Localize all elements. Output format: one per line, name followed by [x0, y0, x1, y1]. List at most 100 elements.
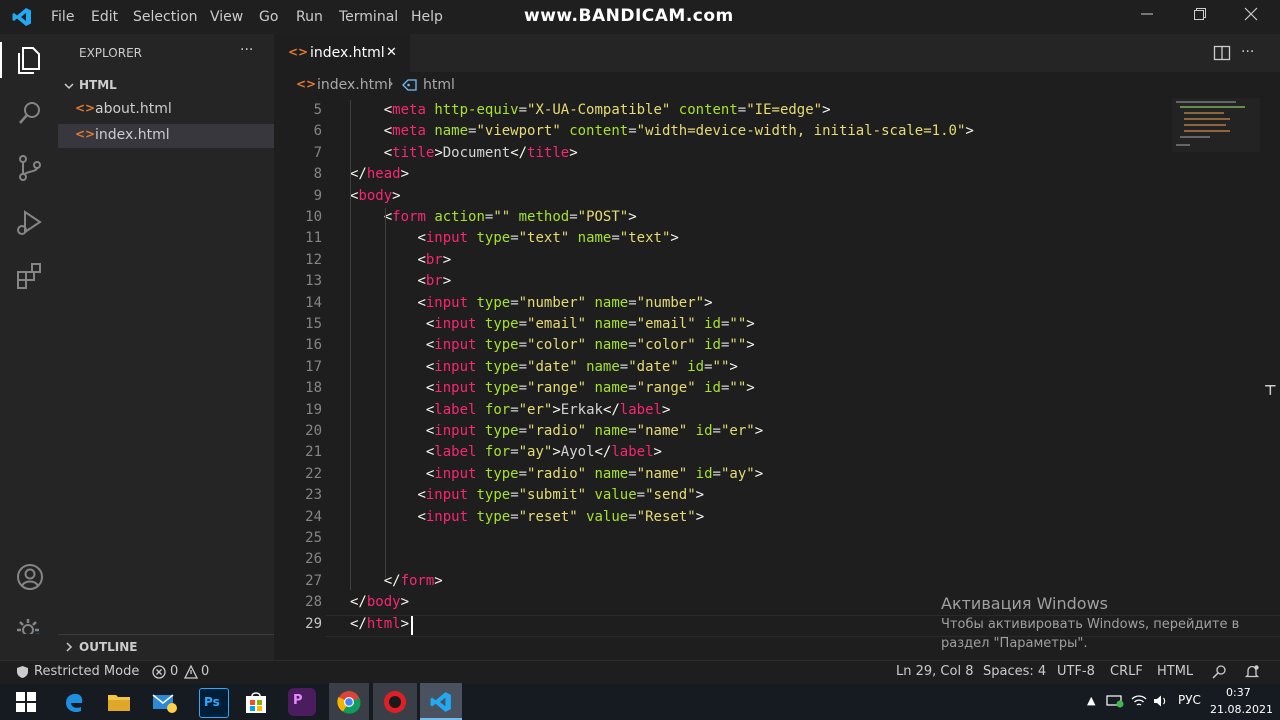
menu-terminal[interactable]: Terminal	[339, 9, 398, 25]
editor-more-button[interactable]: ···	[1241, 44, 1254, 60]
file-explorer-icon[interactable]	[107, 691, 131, 713]
activity-bar-footer	[0, 634, 58, 660]
bandicam-taskbar-button[interactable]	[373, 683, 417, 720]
chrome-taskbar-button[interactable]	[329, 683, 369, 720]
app-icon[interactable]: P	[288, 688, 316, 716]
code-line[interactable]: <body>	[350, 188, 401, 204]
vscode-logo-icon	[12, 8, 31, 26]
account-icon[interactable]	[14, 561, 46, 593]
code-line[interactable]: <meta http-equiv="X-UA-Compatible" conte…	[350, 102, 831, 118]
code-line[interactable]: <input type="radio" name="name" id="er">	[350, 423, 763, 439]
menu-view[interactable]: View	[210, 9, 243, 25]
code-line[interactable]: <input type="date" name="date" id="">	[350, 359, 738, 375]
code-line[interactable]: <label for="ay">Ayol</label>	[350, 444, 662, 460]
tab-label: index.html	[310, 45, 385, 61]
file-item-index[interactable]: <> index.html	[58, 124, 274, 148]
restricted-mode-indicator[interactable]: Restricted Mode	[14, 661, 139, 683]
menu-run[interactable]: Run	[296, 9, 323, 25]
tray-overflow-icon[interactable]: ▲	[1087, 694, 1095, 707]
scrollbar-marker[interactable]: ⊤	[1264, 383, 1277, 399]
indentation[interactable]: Spaces: 4	[983, 664, 1046, 679]
language-mode[interactable]: HTML	[1157, 664, 1193, 679]
code-line[interactable]: <meta name="viewport" content="width=dev…	[350, 123, 974, 139]
explorer-title: EXPLORER	[79, 46, 142, 60]
mail-app-icon[interactable]	[152, 690, 178, 714]
html-file-icon: <>	[296, 77, 317, 91]
clock-time[interactable]: 0:37	[1226, 686, 1251, 699]
line-number: 20	[305, 423, 322, 439]
volume-icon[interactable]	[1153, 694, 1169, 708]
breadcrumb-symbol[interactable]: html	[423, 77, 455, 93]
source-control-icon[interactable]	[14, 152, 46, 184]
code-line[interactable]: <form action="" method="POST">	[350, 209, 637, 225]
tab-close-button[interactable]: ✕	[386, 45, 397, 60]
html-file-icon: <>	[75, 101, 96, 115]
problems-indicator[interactable]: 0 0	[150, 661, 220, 683]
code-line[interactable]: <input type="number" name="number">	[350, 295, 712, 311]
breadcrumb-file[interactable]: index.html	[317, 77, 392, 93]
windows-start-icon[interactable]	[16, 692, 36, 712]
line-number: 19	[305, 401, 322, 418]
restore-button[interactable]	[1188, 6, 1212, 28]
code-line[interactable]: <br>	[350, 273, 451, 289]
code-line[interactable]: <input type="email" name="email" id="">	[350, 316, 755, 332]
code-line[interactable]: <input type="text" name="text">	[350, 230, 678, 246]
network-icon[interactable]	[1106, 694, 1124, 708]
outline-header[interactable]: OUTLINE	[58, 634, 274, 661]
line-number: 5	[313, 102, 322, 118]
minimap[interactable]	[1172, 98, 1260, 152]
photoshop-app-icon[interactable]: Ps	[199, 688, 229, 718]
code-line[interactable]: </html>	[350, 616, 409, 632]
edge-browser-icon[interactable]	[62, 690, 86, 714]
code-line[interactable]: </body>	[350, 594, 409, 610]
close-window-button[interactable]	[1239, 6, 1263, 28]
code-line[interactable]: <title>Document</title>	[350, 145, 578, 161]
cursor-position[interactable]: Ln 29, Col 8	[896, 664, 973, 679]
code-editor[interactable]: 5 <meta http-equiv="X-UA-Compatible" con…	[274, 98, 1280, 637]
menu-edit[interactable]: Edit	[91, 9, 118, 25]
menu-go[interactable]: Go	[259, 9, 278, 25]
notifications-bell-icon[interactable]	[1244, 664, 1260, 680]
menu-selection[interactable]: Selection	[133, 9, 198, 25]
code-line[interactable]: </form>	[350, 573, 443, 589]
code-line[interactable]: <input type="reset" value="Reset">	[350, 509, 704, 525]
line-number: 16	[305, 337, 322, 354]
line-number: 10	[305, 209, 322, 225]
code-line[interactable]: <br>	[350, 252, 451, 268]
tab-index-html[interactable]: <> index.html ✕	[274, 34, 410, 72]
input-language[interactable]: РУС	[1178, 693, 1201, 707]
record-icon	[384, 691, 406, 713]
store-app-icon[interactable]	[244, 689, 268, 715]
code-line[interactable]: </head>	[350, 166, 409, 182]
feedback-icon[interactable]	[1211, 664, 1227, 680]
code-line[interactable]: <input type="submit" value="send">	[350, 487, 704, 503]
end-of-line[interactable]: CRLF	[1110, 664, 1143, 679]
wifi-icon[interactable]	[1131, 694, 1147, 708]
tab-bar	[274, 34, 1280, 72]
run-debug-icon[interactable]	[14, 206, 46, 238]
clock-date[interactable]: 21.08.2021	[1210, 703, 1273, 716]
folder-header[interactable]: HTML	[58, 75, 274, 97]
extensions-icon[interactable]	[14, 260, 46, 292]
code-line[interactable]: <input type="color" name="color" id="">	[350, 337, 755, 353]
line-number: 7	[313, 144, 322, 161]
vscode-taskbar-button[interactable]	[420, 683, 462, 720]
explorer-more-button[interactable]: ···	[240, 42, 253, 58]
menu-help[interactable]: Help	[411, 9, 443, 25]
file-item-about[interactable]: <> about.html	[58, 99, 274, 121]
code-line[interactable]: <input type="range" name="range" id="">	[350, 380, 755, 396]
minimize-icon	[1141, 13, 1153, 15]
menu-file[interactable]: File	[51, 9, 74, 25]
search-icon[interactable]	[14, 97, 46, 129]
minimize-button[interactable]	[1135, 6, 1159, 28]
explorer-icon[interactable]	[14, 44, 46, 76]
error-icon	[152, 665, 166, 679]
encoding[interactable]: UTF-8	[1057, 664, 1095, 679]
code-line[interactable]: <label for="er">Erkak</label>	[350, 402, 671, 418]
code-line[interactable]: <input type="radio" name="name" id="ay">	[350, 466, 763, 482]
html-file-icon: <>	[75, 127, 96, 141]
split-editor-icon[interactable]	[1213, 45, 1231, 61]
warning-count: 0	[201, 664, 210, 679]
line-number: 12	[305, 251, 322, 268]
line-number: 17	[305, 358, 322, 375]
